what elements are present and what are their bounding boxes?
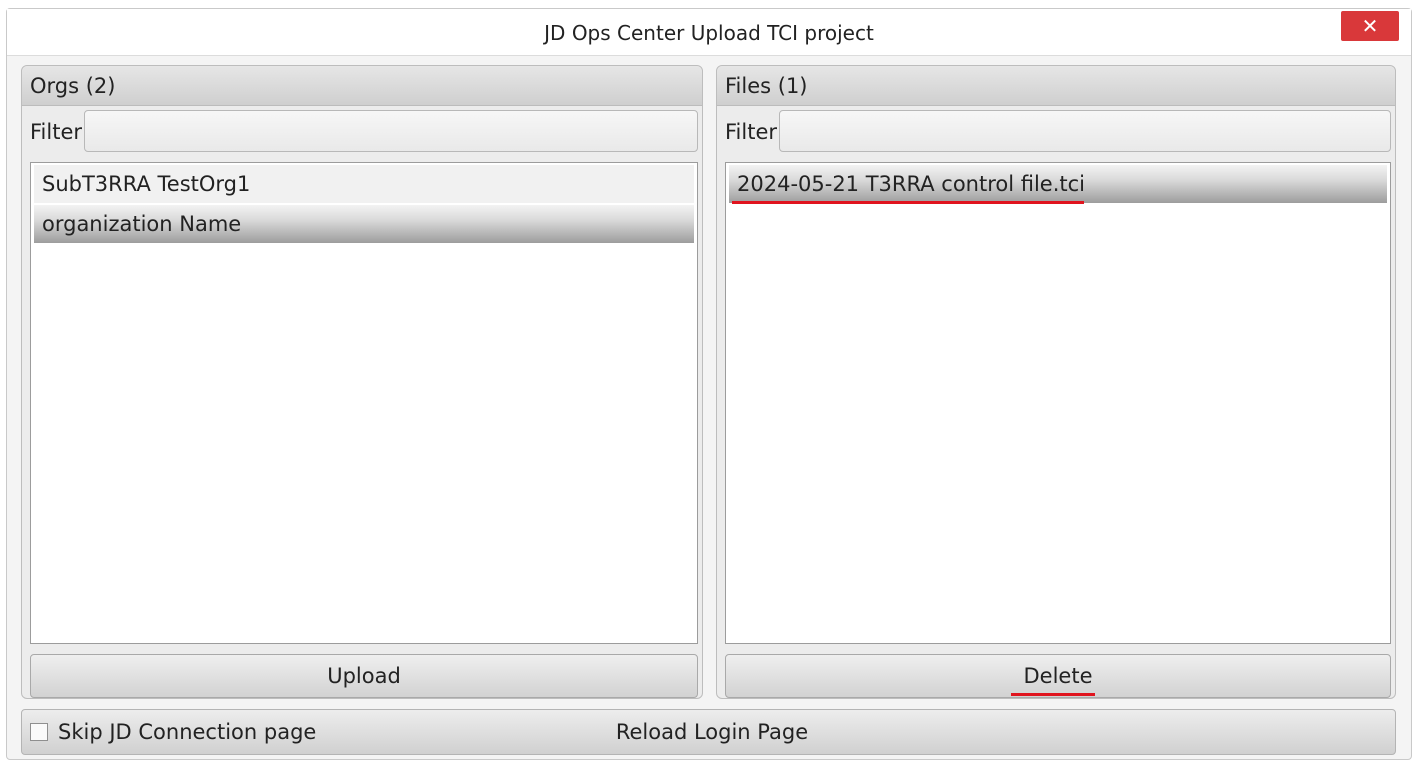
delete-annotation-underline	[1011, 693, 1095, 696]
orgs-filter-input[interactable]	[84, 110, 698, 152]
file-annotation-underline	[732, 201, 1084, 204]
files-filter-row: Filter	[723, 110, 1391, 154]
delete-button[interactable]: Delete	[725, 654, 1391, 698]
title-bar: JD Ops Center Upload TCI project ✕	[7, 9, 1411, 56]
orgs-list: SubT3RRA TestOrg1 organization Name	[30, 162, 698, 644]
file-list-item-selected[interactable]: 2024-05-21 T3RRA control file.tci	[729, 165, 1387, 203]
org-list-item-selected[interactable]: organization Name	[34, 205, 694, 243]
upload-dialog: JD Ops Center Upload TCI project ✕ Orgs …	[6, 8, 1412, 760]
orgs-panel: Orgs (2) Filter SubT3RRA TestOrg1 organi…	[21, 65, 703, 699]
orgs-panel-header: Orgs (2)	[22, 66, 702, 106]
files-list: 2024-05-21 T3RRA control file.tci	[725, 162, 1391, 644]
org-list-item[interactable]: SubT3RRA TestOrg1	[34, 165, 694, 203]
files-panel: Files (1) Filter 2024-05-21 T3RRA contro…	[716, 65, 1396, 699]
files-filter-input[interactable]	[779, 110, 1391, 152]
orgs-filter-label: Filter	[30, 120, 83, 144]
delete-button-label: Delete	[1023, 664, 1093, 688]
files-filter-label: Filter	[725, 120, 778, 144]
files-panel-header: Files (1)	[717, 66, 1395, 106]
orgs-filter-row: Filter	[28, 110, 698, 154]
close-button[interactable]: ✕	[1341, 11, 1399, 41]
reload-login-button[interactable]: Reload Login Page	[582, 710, 842, 754]
skip-connection-label: Skip JD Connection page	[58, 720, 317, 744]
close-icon: ✕	[1361, 14, 1379, 38]
skip-connection-checkbox[interactable]	[30, 723, 48, 741]
window-title: JD Ops Center Upload TCI project	[544, 21, 874, 45]
upload-button[interactable]: Upload	[30, 654, 698, 698]
bottom-bar: Skip JD Connection page Reload Login Pag…	[21, 709, 1396, 755]
